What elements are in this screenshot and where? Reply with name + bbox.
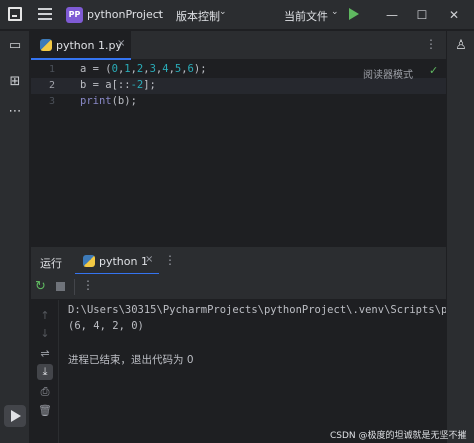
console-output[interactable]: D:\Users\30315\PycharmProjects\pythonPro… [60,300,446,443]
run-tab-label: python 1 [99,255,148,268]
rerun-icon[interactable]: ↻ [35,279,46,294]
code-editor[interactable]: 1 2 3 a = (0,1,2,3,4,5,6); b = a[::-2]; … [31,60,446,246]
chevron-down-icon: ⌄ [219,7,227,17]
line-number: 3 [48,96,55,107]
project-folder-icon[interactable]: ▭ [6,37,24,55]
run-tool-window-button[interactable] [4,405,26,427]
python-file-icon [83,255,95,267]
pycharm-logo-icon [8,7,22,21]
more-tools-icon[interactable]: ⋯ [6,103,24,121]
run-tab-python-1[interactable]: python 1 × [75,247,159,275]
run-button[interactable] [347,7,361,21]
python-file-icon [40,39,52,51]
line-number: 1 [48,64,55,75]
check-icon[interactable]: ✓ [429,64,438,77]
run-toolbar: ↻ ⋮ [31,274,446,300]
code-token: b = a[:: [80,79,131,91]
code-token: ]; [143,79,156,91]
code-token: ); [193,63,207,75]
soft-wrap-icon[interactable]: ⇌ [37,346,53,362]
left-tool-strip: ▭ ⊞ ⋯ [0,31,30,443]
minimize-button[interactable]: — [380,4,404,26]
run-config-dropdown[interactable]: 当前文件 [284,8,328,24]
console-exit-message: 进程已结束，退出代码为 0 [68,354,194,366]
reader-mode-toggle[interactable]: 阅读器模式 [363,66,413,81]
right-tool-strip: ♙ [446,31,474,443]
main-menu-icon[interactable] [38,8,52,20]
notifications-icon[interactable]: ♙ [452,37,470,55]
run-panel-title: 运行 [40,257,62,270]
up-arrow-icon[interactable]: ↑ [37,308,53,324]
structure-icon[interactable]: ⊞ [6,73,24,91]
down-arrow-icon[interactable]: ↓ [37,326,53,342]
code-token: -2 [130,79,144,91]
trash-icon[interactable]: 🗑 [37,403,53,419]
scroll-to-end-icon[interactable]: ⤓ [37,364,53,380]
close-tab-icon[interactable]: × [117,38,125,49]
toolbar-divider [74,279,75,295]
more-options-icon[interactable]: ⋮ [425,37,437,51]
chevron-down-icon: ⌄ [156,7,164,17]
editor-tab-bar: python 1.py × ⋮ [31,31,446,60]
chevron-down-icon: ⌄ [331,7,339,17]
code-line: a = (0,1,2,3,4,5,6); [80,63,207,75]
watermark: CSDN @极度的坦诚就是无坚不摧 [330,431,467,441]
project-badge[interactable]: PP [66,7,83,23]
title-bar: PP pythonProject ⌄ 版本控制 ⌄ 当前文件 ⌄ — ☐ ✕ [0,0,474,30]
vcs-dropdown[interactable]: 版本控制 [176,8,220,24]
tab-label: python 1.py [56,39,122,52]
code-token: print [80,95,112,107]
close-window-button[interactable]: ✕ [442,4,466,26]
console-line: D:\Users\30315\PycharmProjects\pythonPro… [68,304,446,316]
tab-python-1-py[interactable]: python 1.py × [31,31,131,60]
more-options-icon[interactable]: ⋮ [82,278,94,292]
close-tab-icon[interactable]: × [145,254,153,265]
maximize-button[interactable]: ☐ [410,4,434,26]
code-line: b = a[::-2]; [80,79,156,91]
run-panel-header: 运行 python 1 × ⋮ [31,246,446,275]
code-line: print(b); [80,95,137,107]
stop-icon[interactable] [56,282,65,291]
more-options-icon[interactable]: ⋮ [164,253,176,267]
code-token: a = ( [80,63,112,75]
code-token: (b); [111,95,137,107]
console-line: (6, 4, 2, 0) [68,320,144,332]
run-side-toolbar: ↑ ↓ ⇌ ⤓ ⎙ 🗑 [31,300,59,443]
project-name-dropdown[interactable]: pythonProject [87,8,163,21]
line-number: 2 [48,80,55,91]
print-icon[interactable]: ⎙ [37,384,53,400]
